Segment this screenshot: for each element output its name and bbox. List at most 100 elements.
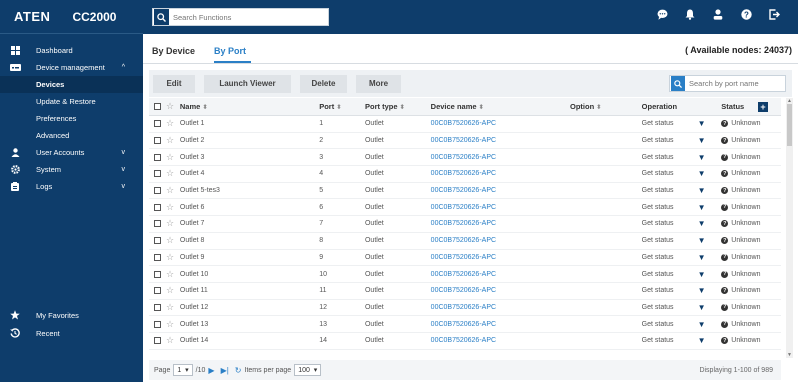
favorite-star-icon[interactable]: ☆ <box>166 302 180 313</box>
table-row[interactable]: ☆ Outlet 11 11 Outlet 00C0B7520626-APC Get st… <box>149 283 781 300</box>
caret-down-icon[interactable]: ▼ <box>698 219 706 228</box>
caret-down-icon[interactable]: ▼ <box>698 119 706 128</box>
sidebar-subitem-advanced[interactable]: Advanced <box>0 127 143 144</box>
row-checkbox[interactable] <box>154 337 166 345</box>
table-row[interactable]: ☆ Outlet 4 4 Outlet 00C0B7520626-APC Get stat… <box>149 166 781 183</box>
items-per-page-select[interactable]: 100 ▾ <box>294 364 322 376</box>
tab-by-port[interactable]: By Port <box>214 46 252 63</box>
operation-select[interactable]: Get status ▼ <box>642 336 722 345</box>
caret-down-icon[interactable]: ▼ <box>698 253 706 262</box>
help-icon[interactable]: ? <box>732 9 760 20</box>
col-name[interactable]: Name ⬍ <box>180 102 319 111</box>
device-name-link[interactable]: 00C0B7520626-APC <box>431 154 570 161</box>
table-row[interactable]: ☆ Outlet 13 13 Outlet 00C0B7520626-APC Get st… <box>149 316 781 333</box>
operation-select[interactable]: Get status ▼ <box>642 169 722 178</box>
table-row[interactable]: ☆ Outlet 2 2 Outlet 00C0B7520626-APC Get stat… <box>149 133 781 150</box>
operation-select[interactable]: Get status ▼ <box>642 236 722 245</box>
row-checkbox[interactable] <box>154 120 166 128</box>
bell-icon[interactable] <box>676 9 704 20</box>
caret-down-icon[interactable]: ▼ <box>698 203 706 212</box>
caret-down-icon[interactable]: ▼ <box>698 186 706 195</box>
table-row[interactable]: ☆ Outlet 3 3 Outlet 00C0B7520626-APC Get stat… <box>149 149 781 167</box>
page-select[interactable]: 1 ▾ <box>173 364 193 376</box>
favorite-star-icon[interactable]: ☆ <box>166 218 180 229</box>
caret-down-icon[interactable]: ▼ <box>698 270 706 279</box>
device-name-link[interactable]: 00C0B7520626-APC <box>431 287 570 294</box>
favorite-star-icon[interactable]: ☆ <box>166 319 180 330</box>
caret-down-icon[interactable]: ▼ <box>698 169 706 178</box>
device-name-link[interactable]: 00C0B7520626-APC <box>431 337 570 344</box>
port-search-input[interactable] <box>689 79 785 88</box>
favorite-star-icon[interactable]: ☆ <box>166 152 180 163</box>
delete-button[interactable]: Delete <box>300 74 347 93</box>
sidebar-item-device-management[interactable]: Device management ^ <box>0 59 143 76</box>
device-name-link[interactable]: 00C0B7520626-APC <box>431 120 570 127</box>
col-device-name[interactable]: Device name ⬍ <box>431 102 570 111</box>
last-page-icon[interactable]: ▶| <box>221 366 229 375</box>
row-checkbox[interactable] <box>154 303 166 311</box>
operation-select[interactable]: Get status ▼ <box>642 320 722 329</box>
row-checkbox[interactable] <box>154 170 166 178</box>
row-checkbox[interactable] <box>154 137 166 145</box>
user-icon[interactable] <box>704 9 732 20</box>
caret-down-icon[interactable]: ▼ <box>698 153 706 162</box>
device-name-link[interactable]: 00C0B7520626-APC <box>431 220 570 227</box>
sidebar-item-recent[interactable]: Recent <box>0 324 143 342</box>
caret-down-icon[interactable]: ▼ <box>698 236 706 245</box>
favorite-star-icon[interactable]: ☆ <box>166 269 180 280</box>
favorite-star-icon[interactable]: ☆ <box>166 235 180 246</box>
more-button[interactable]: More <box>356 74 401 93</box>
row-checkbox[interactable] <box>154 153 166 161</box>
favorite-star-icon[interactable]: ☆ <box>166 118 180 129</box>
favorite-star-icon[interactable]: ☆ <box>166 135 180 146</box>
scroll-down-icon[interactable]: ▼ <box>786 352 793 358</box>
operation-select[interactable]: Get status ▼ <box>642 270 722 279</box>
sidebar-item-system[interactable]: System v <box>0 161 143 178</box>
operation-select[interactable]: Get status ▼ <box>642 303 722 312</box>
caret-down-icon[interactable]: ▼ <box>698 320 706 329</box>
caret-down-icon[interactable]: ▼ <box>698 286 706 295</box>
sidebar-subitem-update-restore[interactable]: Update & Restore <box>0 93 143 110</box>
favorite-star-icon[interactable]: ☆ <box>166 285 180 296</box>
operation-select[interactable]: Get status ▼ <box>642 136 722 145</box>
device-name-link[interactable]: 00C0B7520626-APC <box>431 271 570 278</box>
sidebar-item-favorites[interactable]: My Favorites <box>0 306 143 324</box>
tab-by-device[interactable]: By Device <box>152 46 200 63</box>
refresh-icon[interactable]: ↻ <box>235 366 242 375</box>
function-search-input[interactable] <box>173 12 323 22</box>
col-option[interactable]: Option ⬍ <box>570 102 642 111</box>
edit-button[interactable]: Edit <box>153 74 195 93</box>
row-checkbox[interactable] <box>154 270 166 278</box>
favorite-star-icon[interactable]: ☆ <box>166 335 180 346</box>
caret-down-icon[interactable]: ▼ <box>698 303 706 312</box>
favorite-star-icon[interactable]: ☆ <box>166 252 180 263</box>
favorite-star-icon[interactable]: ☆ <box>166 185 180 196</box>
favorite-star-icon[interactable]: ☆ <box>166 168 180 179</box>
table-row[interactable]: ☆ Outlet 14 14 Outlet 00C0B7520626-APC Get st… <box>149 333 781 350</box>
caret-down-icon[interactable]: ▼ <box>698 136 706 145</box>
operation-select[interactable]: Get status ▼ <box>642 153 722 162</box>
device-name-link[interactable]: 00C0B7520626-APC <box>431 187 570 194</box>
sidebar-item-user-accounts[interactable]: User Accounts v <box>0 144 143 161</box>
scroll-thumb[interactable] <box>787 104 792 146</box>
logout-icon[interactable] <box>760 9 788 20</box>
device-name-link[interactable]: 00C0B7520626-APC <box>431 204 570 211</box>
row-checkbox[interactable] <box>154 203 166 211</box>
search-icon[interactable] <box>154 9 169 25</box>
sidebar-item-logs[interactable]: Logs v <box>0 178 143 195</box>
table-row[interactable]: ☆ Outlet 9 9 Outlet 00C0B7520626-APC Get stat… <box>149 250 781 267</box>
table-row[interactable]: ☆ Outlet 7 7 Outlet 00C0B7520626-APC Get stat… <box>149 216 781 233</box>
table-row[interactable]: ☆ Outlet 6 6 Outlet 00C0B7520626-APC Get stat… <box>149 199 781 217</box>
table-scrollbar[interactable]: ▲ ▼ <box>786 98 793 358</box>
add-column-button[interactable]: + <box>758 102 768 112</box>
next-page-icon[interactable]: ▶ <box>208 366 214 375</box>
select-all-checkbox[interactable] <box>154 103 166 110</box>
device-name-link[interactable]: 00C0B7520626-APC <box>431 304 570 311</box>
operation-select[interactable]: Get status ▼ <box>642 119 722 128</box>
chat-icon[interactable] <box>648 9 676 20</box>
operation-select[interactable]: Get status ▼ <box>642 253 722 262</box>
sidebar-item-dashboard[interactable]: Dashboard <box>0 42 143 59</box>
col-port-type[interactable]: Port type ⬍ <box>365 102 431 111</box>
table-row[interactable]: ☆ Outlet 12 12 Outlet 00C0B7520626-APC Get st… <box>149 300 781 317</box>
device-name-link[interactable]: 00C0B7520626-APC <box>431 254 570 261</box>
